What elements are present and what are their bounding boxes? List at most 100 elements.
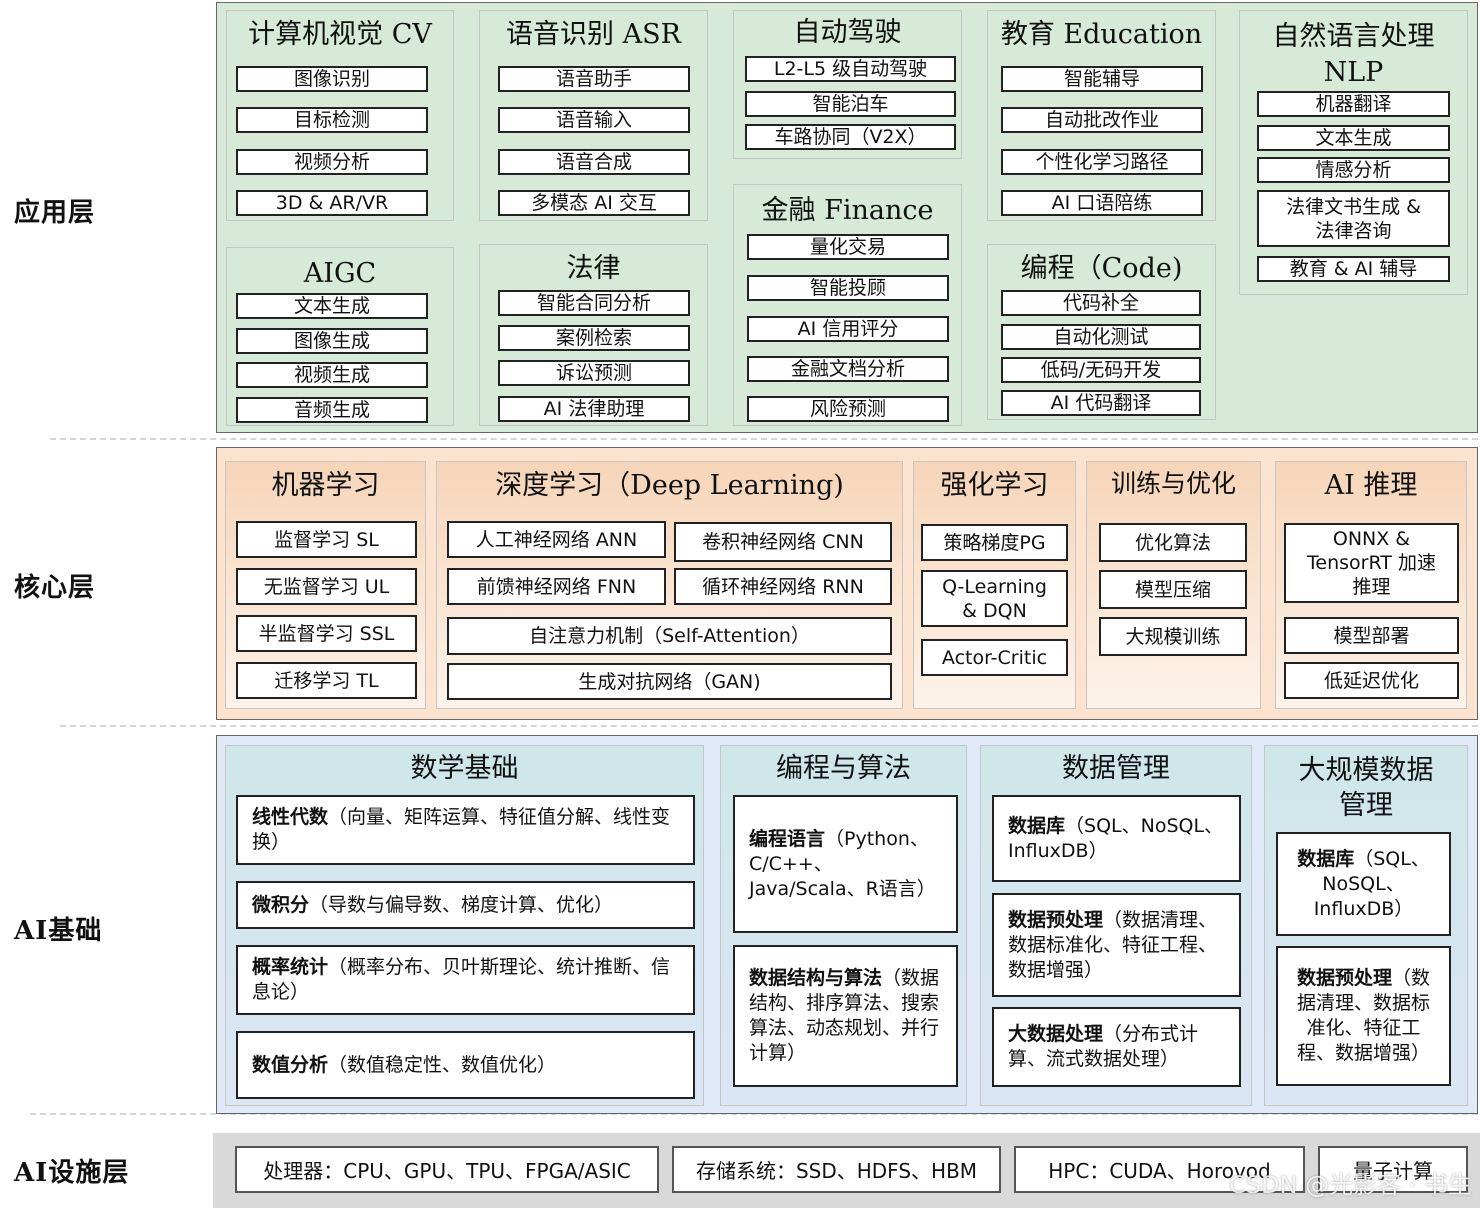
app-item-box: 金融文档分析 xyxy=(747,356,949,382)
group-training-optimization: 训练与优化 优化算法 模型压缩 大规模训练 xyxy=(1086,461,1261,709)
app-item-box: 智能投顾 xyxy=(747,275,949,301)
app-item-box: 图像识别 xyxy=(236,66,428,92)
foundation-item-box: 数据预处理（数据清理、数据标准化、特征工程、数据增强） xyxy=(1276,946,1451,1086)
app-item-box: AI 代码翻译 xyxy=(1001,390,1201,416)
foundation-item-box: 数值分析（数值稳定性、数值优化） xyxy=(236,1031,695,1099)
app-item-box: 文本生成 xyxy=(236,293,428,319)
item-keyword: 数据预处理 xyxy=(1008,908,1104,931)
app-item-box: 图像生成 xyxy=(236,328,428,354)
foundation-item-box: 编程语言（Python、C/C++、Java/Scala、R语言） xyxy=(733,795,958,933)
core-item-box: ONNX & TensorRT 加速 推理 xyxy=(1284,523,1459,603)
group-title: 语音识别 ASR xyxy=(506,19,681,50)
core-item-box: 低延迟优化 xyxy=(1284,662,1459,699)
app-item-box: 文本生成 xyxy=(1257,125,1450,151)
group-reinforcement-learning: 强化学习 策略梯度PG Q-Learning & DQN Actor-Criti… xyxy=(913,461,1076,709)
core-item-box: 人工神经网络 ANN xyxy=(447,521,666,558)
core-item-box: 监督学习 SL xyxy=(236,521,417,558)
core-item-box: 卷积神经网络 CNN xyxy=(674,522,892,562)
group-title: 法律 xyxy=(566,253,621,284)
item-keyword: 数据库 xyxy=(1297,847,1355,870)
app-item-box: 情感分析 xyxy=(1257,157,1450,183)
group-math-foundation: 数学基础 线性代数（向量、矩阵运算、特征值分解、线性变换） 微积分（导数与偏导数… xyxy=(225,745,704,1106)
foundation-item-box: 数据结构与算法（数据结构、排序算法、搜索算法、动态规划、并行计算） xyxy=(733,945,958,1087)
item-keyword: 数据预处理 xyxy=(1296,967,1392,989)
app-item-box: 智能泊车 xyxy=(745,91,956,117)
group-large-scale-data: 大规模数据 管理 数据库（SQL、NoSQL、InfluxDB） 数据预处理（数… xyxy=(1264,745,1468,1106)
core-item-box: Actor-Critic xyxy=(921,639,1068,676)
app-item-box: 诉讼预测 xyxy=(498,360,690,386)
app-item-box: 量化交易 xyxy=(747,234,949,260)
foundation-item-box: 数据库（SQL、NoSQL、InfluxDB） xyxy=(992,795,1241,882)
app-item-box: 机器翻译 xyxy=(1257,91,1450,117)
item-keyword: 数据库 xyxy=(1008,814,1066,837)
infra-item-storage: 存储系统：SSD、HDFS、HBM xyxy=(672,1146,1001,1193)
separator-line xyxy=(50,438,1478,440)
group-computer-vision: 计算机视觉 CV 图像识别 目标检测 视频分析 3D & AR/VR xyxy=(226,10,454,221)
foundation-item-box: 大数据处理（分布式计算、流式数据处理） xyxy=(992,1007,1241,1087)
group-autonomous-driving: 自动驾驶 L2-L5 级自动驾驶 智能泊车 车路协同（V2X） xyxy=(733,10,962,159)
app-item-box: 语音合成 xyxy=(498,149,690,175)
app-item-box: 智能合同分析 xyxy=(498,290,690,316)
layer-label-ai-infrastructure: AI设施层 xyxy=(14,1158,130,1188)
group-programming-algorithms: 编程与算法 编程语言（Python、C/C++、Java/Scala、R语言） … xyxy=(720,745,967,1106)
core-item-box: 优化算法 xyxy=(1099,523,1247,562)
app-item-box: 风险预测 xyxy=(747,396,949,422)
foundation-item-box: 数据库（SQL、NoSQL、InfluxDB） xyxy=(1276,832,1451,936)
group-aigc: AIGC 文本生成 图像生成 视频生成 音频生成 xyxy=(226,247,454,426)
group-title: 深度学习（Deep Learning) xyxy=(495,470,844,501)
group-title: 自然语言处理 NLP xyxy=(1272,21,1435,88)
app-item-box: AI 口语陪练 xyxy=(1001,190,1203,216)
group-title: 自动驾驶 xyxy=(793,17,902,48)
app-item-box: 代码补全 xyxy=(1001,290,1201,316)
infra-item-processors: 处理器：CPU、GPU、TPU、FPGA/ASIC xyxy=(235,1146,659,1193)
group-machine-learning: 机器学习 监督学习 SL 无监督学习 UL 半监督学习 SSL 迁移学习 TL xyxy=(225,461,426,709)
core-item-box: 策略梯度PG xyxy=(921,524,1068,561)
group-title: 训练与优化 xyxy=(1110,469,1236,498)
app-item-box: 音频生成 xyxy=(236,397,428,423)
item-keyword: 线性代数 xyxy=(252,806,329,828)
group-title: 数学基础 xyxy=(410,753,519,784)
layer-label-core: 核心层 xyxy=(14,573,96,603)
app-item-box: 案例检索 xyxy=(498,325,690,351)
core-item-box: 模型压缩 xyxy=(1099,570,1247,609)
foundation-item-box: 微积分（导数与偏导数、梯度计算、优化） xyxy=(236,881,695,929)
app-item-box: 语音输入 xyxy=(498,107,690,133)
app-item-box: 目标检测 xyxy=(236,107,428,133)
app-item-box: 3D & AR/VR xyxy=(236,190,428,216)
group-title: AIGC xyxy=(303,258,377,289)
group-ai-inference: AI 推理 ONNX & TensorRT 加速 推理 模型部署 低延迟优化 xyxy=(1275,461,1467,709)
separator-line xyxy=(60,725,1478,727)
item-detail: （导数与偏导数、梯度计算、优化） xyxy=(309,893,614,916)
group-education: 教育 Education 智能辅导 自动批改作业 个性化学习路径 AI 口语陪练 xyxy=(987,10,1216,221)
group-title: 编程（Code) xyxy=(1020,253,1183,284)
item-keyword: 微积分 xyxy=(252,893,310,916)
layer-label-ai-foundation: AI基础 xyxy=(14,916,103,946)
item-keyword: 数据结构与算法 xyxy=(749,967,883,989)
app-item-box: 自动化测试 xyxy=(1001,324,1201,350)
item-keyword: 大数据处理 xyxy=(1008,1023,1104,1045)
group-title: 金融 Finance xyxy=(761,195,934,226)
core-item-box: 生成对抗网络（GAN) xyxy=(447,663,892,700)
core-item-box: Q-Learning & DQN xyxy=(921,570,1068,627)
core-item-box: 半监督学习 SSL xyxy=(236,615,417,652)
app-item-box: AI 信用评分 xyxy=(747,316,949,342)
foundation-item-box: 概率统计（概率分布、贝叶斯理论、统计推断、信息论） xyxy=(236,945,695,1015)
group-deep-learning: 深度学习（Deep Learning) 人工神经网络 ANN 卷积神经网络 CN… xyxy=(436,461,903,709)
group-finance: 金融 Finance 量化交易 智能投顾 AI 信用评分 金融文档分析 风险预测 xyxy=(733,184,962,426)
group-title: 编程与算法 xyxy=(776,753,911,784)
group-title: 机器学习 xyxy=(271,470,380,501)
app-item-box: L2-L5 级自动驾驶 xyxy=(745,56,956,82)
group-title: AI 推理 xyxy=(1324,470,1418,501)
group-title: 教育 Education xyxy=(1000,19,1203,50)
group-data-management: 数据管理 数据库（SQL、NoSQL、InfluxDB） 数据预处理（数据清理、… xyxy=(980,745,1252,1106)
group-programming: 编程（Code) 代码补全 自动化测试 低码/无码开发 AI 代码翻译 xyxy=(987,244,1216,420)
item-detail: （数值稳定性、数值优化） xyxy=(328,1053,557,1076)
item-keyword: 概率统计 xyxy=(252,956,329,978)
item-keyword: 数值分析 xyxy=(252,1053,329,1076)
group-title: 计算机视觉 CV xyxy=(248,19,432,50)
core-item-box: 前馈神经网络 FNN xyxy=(447,568,666,605)
layer-label-application: 应用层 xyxy=(14,198,96,228)
app-item-box: 自动批改作业 xyxy=(1001,107,1203,133)
core-item-box: 循环神经网络 RNN xyxy=(674,568,892,605)
item-keyword: 编程语言 xyxy=(749,827,826,850)
